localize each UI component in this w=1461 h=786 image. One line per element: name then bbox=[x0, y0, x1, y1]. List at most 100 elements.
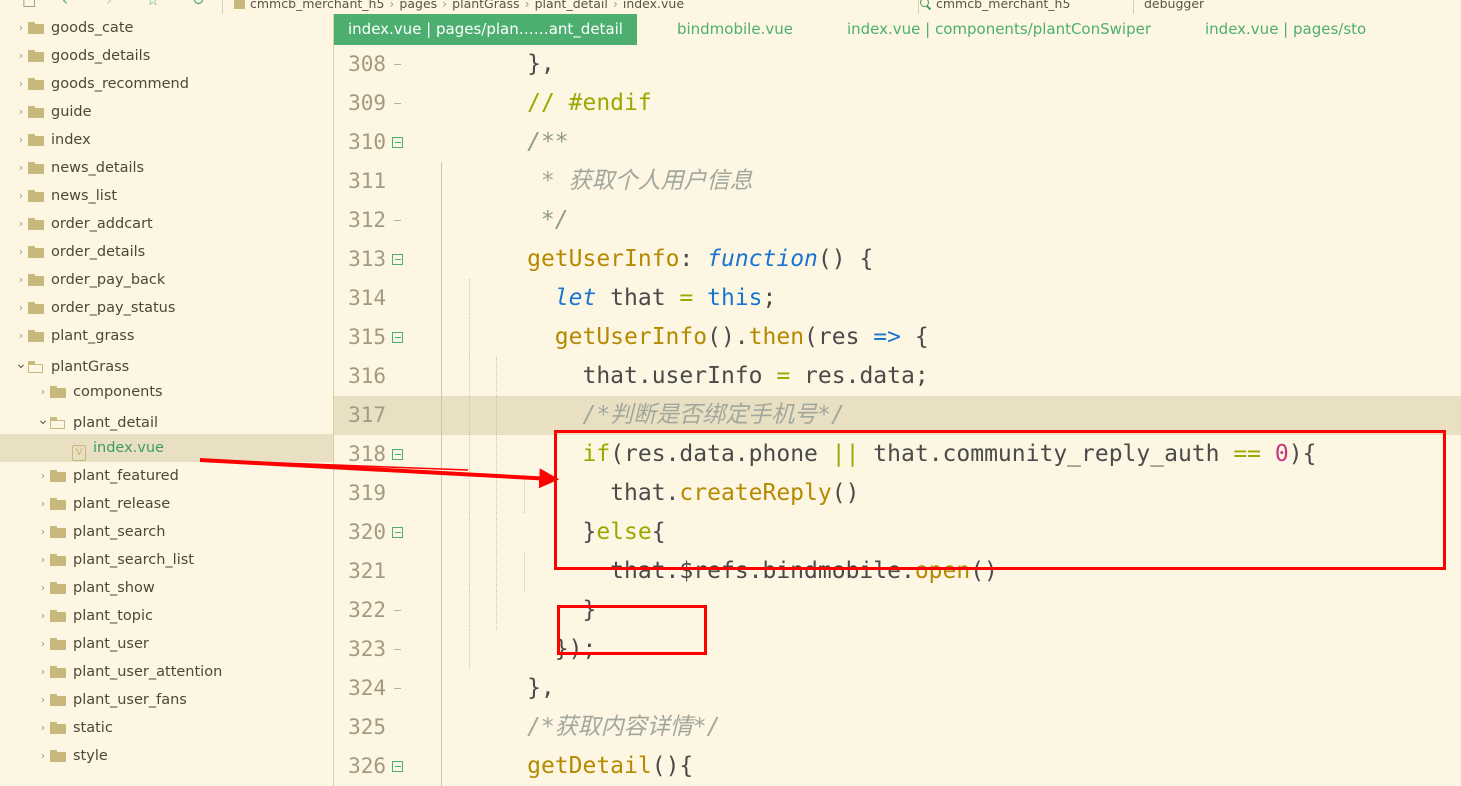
code-line-322[interactable]: 322 } bbox=[334, 591, 1461, 630]
chevron-right-icon[interactable]: › bbox=[36, 518, 50, 546]
tree-item-plant-show[interactable]: › plant_show bbox=[0, 574, 333, 602]
fold-collapse-icon[interactable] bbox=[392, 761, 403, 772]
chevron-right-icon[interactable]: › bbox=[14, 70, 28, 98]
code-line-315[interactable]: 315 getUserInfo().then(res => { bbox=[334, 318, 1461, 357]
editor-tab-1[interactable]: bindmobile.vue bbox=[663, 14, 807, 45]
chevron-right-icon[interactable]: › bbox=[36, 742, 50, 770]
chevron-right-icon[interactable]: › bbox=[36, 686, 50, 714]
tree-item-plant-user-fans[interactable]: › plant_user_fans bbox=[0, 686, 333, 714]
code-line-324[interactable]: 324 }, bbox=[334, 669, 1461, 708]
tree-item-plant-search[interactable]: › plant_search bbox=[0, 518, 333, 546]
chevron-right-icon[interactable]: › bbox=[36, 714, 50, 742]
chevron-down-icon[interactable]: ⌄ bbox=[14, 350, 28, 378]
bookmark-icon[interactable]: ☆ bbox=[146, 0, 159, 8]
code-line-320[interactable]: 320 }else{ bbox=[334, 513, 1461, 552]
tree-item-news-list[interactable]: › news_list bbox=[0, 182, 333, 210]
code-line-311[interactable]: 311 * 获取个人用户信息 bbox=[334, 162, 1461, 201]
tree-item-static[interactable]: › static bbox=[0, 714, 333, 742]
breadcrumb-right-project[interactable]: cmmcb_merchant_h5 bbox=[936, 0, 1070, 11]
breadcrumb-part-1[interactable]: plantGrass bbox=[452, 0, 519, 11]
search-icon[interactable] bbox=[920, 0, 932, 10]
code-line-319[interactable]: 319 that.createReply() bbox=[334, 474, 1461, 513]
tree-item-goods-cate[interactable]: › goods_cate bbox=[0, 14, 333, 42]
file-tree[interactable]: › goods_cate › goods_details › goods_recommen… bbox=[0, 14, 333, 770]
tree-item-goods-details[interactable]: › goods_details bbox=[0, 42, 333, 70]
chevron-right-icon[interactable]: › bbox=[14, 14, 28, 42]
file-explorer-sidebar[interactable]: › goods_cate › goods_details › goods_recommen… bbox=[0, 14, 334, 786]
tree-item-plant-topic[interactable]: › plant_topic bbox=[0, 602, 333, 630]
tree-item-plant-user[interactable]: › plant_user bbox=[0, 630, 333, 658]
chevron-right-icon[interactable]: › bbox=[36, 546, 50, 574]
refresh-icon[interactable]: ↻ bbox=[192, 0, 205, 8]
code-line-317[interactable]: 317 /*判断是否绑定手机号*/ bbox=[334, 396, 1461, 435]
window-icon[interactable]: □ bbox=[22, 0, 36, 8]
chevron-right-icon[interactable]: › bbox=[36, 490, 50, 518]
chevron-right-icon[interactable]: › bbox=[36, 602, 50, 630]
tree-item-order-addcart[interactable]: › order_addcart bbox=[0, 210, 333, 238]
code-line-316[interactable]: 316 that.userInfo = res.data; bbox=[334, 357, 1461, 396]
tree-item-plant-featured[interactable]: › plant_featured bbox=[0, 462, 333, 490]
forward-arrow-icon[interactable]: › bbox=[106, 0, 112, 8]
code-line-314[interactable]: 314 let that = this; bbox=[334, 279, 1461, 318]
code-line-318[interactable]: 318 if(res.data.phone || that.community_… bbox=[334, 435, 1461, 474]
breadcrumb-part-3[interactable]: index.vue bbox=[623, 0, 684, 11]
code-editor[interactable]: 308 }, 309 // #endif 310 /** 311 * 获取个人用户信息… bbox=[334, 45, 1461, 786]
tree-item-style[interactable]: › style bbox=[0, 742, 333, 770]
breadcrumb-right[interactable]: cmmcb_merchant_h5 bbox=[920, 0, 1070, 14]
tree-item-order-pay-back[interactable]: › order_pay_back bbox=[0, 266, 333, 294]
editor-tabbar[interactable]: index.vue | pages/plan……ant_detail bindmo… bbox=[334, 14, 1461, 45]
fold-collapse-icon[interactable] bbox=[392, 137, 403, 148]
debugger-label[interactable]: debugger bbox=[1144, 0, 1204, 11]
chevron-right-icon[interactable]: › bbox=[14, 238, 28, 266]
code-line-312[interactable]: 312 */ bbox=[334, 201, 1461, 240]
chevron-right-icon[interactable]: › bbox=[36, 574, 50, 602]
tree-item-plant-release[interactable]: › plant_release bbox=[0, 490, 333, 518]
code-line-325[interactable]: 325 /*获取内容详情*/ bbox=[334, 708, 1461, 747]
tree-item-order-details[interactable]: › order_details bbox=[0, 238, 333, 266]
chevron-right-icon[interactable]: › bbox=[14, 126, 28, 154]
chevron-right-icon[interactable]: › bbox=[14, 322, 28, 350]
chevron-right-icon[interactable]: › bbox=[36, 462, 50, 490]
tree-item-plantgrass[interactable]: ⌄ plantGrass bbox=[0, 350, 333, 378]
chevron-right-icon[interactable]: › bbox=[14, 154, 28, 182]
chevron-down-icon[interactable]: ⌄ bbox=[36, 406, 50, 434]
fold-collapse-icon[interactable] bbox=[392, 449, 403, 460]
breadcrumb-part-2[interactable]: plant_detail bbox=[535, 0, 608, 11]
back-arrow-icon[interactable]: ‹ bbox=[62, 0, 68, 8]
code-line-321[interactable]: 321 that.$refs.bindmobile.open() bbox=[334, 552, 1461, 591]
tree-item-plant-user-attention[interactable]: › plant_user_attention bbox=[0, 658, 333, 686]
tree-item-components[interactable]: › components bbox=[0, 378, 333, 406]
fold-collapse-icon[interactable] bbox=[392, 527, 403, 538]
chevron-right-icon[interactable]: › bbox=[14, 182, 28, 210]
tree-item-plant-search-list[interactable]: › plant_search_list bbox=[0, 546, 333, 574]
editor-tab-0[interactable]: index.vue | pages/plan……ant_detail bbox=[334, 14, 637, 45]
tree-item-plant-detail[interactable]: ⌄ plant_detail bbox=[0, 406, 333, 434]
breadcrumb-project[interactable]: cmmcb_merchant_h5 bbox=[250, 0, 384, 11]
code-line-310[interactable]: 310 /** bbox=[334, 123, 1461, 162]
tree-item-index-vue[interactable]: Vindex.vue bbox=[0, 434, 333, 462]
tree-item-plant-grass[interactable]: › plant_grass bbox=[0, 322, 333, 350]
chevron-right-icon[interactable]: › bbox=[36, 630, 50, 658]
chevron-right-icon[interactable]: › bbox=[14, 210, 28, 238]
breadcrumb-right-part[interactable]: debugger bbox=[1144, 0, 1204, 14]
breadcrumb-part-0[interactable]: pages bbox=[399, 0, 437, 11]
chevron-right-icon[interactable]: › bbox=[14, 98, 28, 126]
code-line-308[interactable]: 308 }, bbox=[334, 45, 1461, 84]
fold-collapse-icon[interactable] bbox=[392, 332, 403, 343]
editor-tab-2[interactable]: index.vue | components/plantConSwiper bbox=[833, 14, 1165, 45]
tree-item-goods-recommend[interactable]: › goods_recommend bbox=[0, 70, 333, 98]
code-line-323[interactable]: 323 }); bbox=[334, 630, 1461, 669]
chevron-right-icon[interactable]: › bbox=[14, 266, 28, 294]
fold-collapse-icon[interactable] bbox=[392, 254, 403, 265]
editor-tab-3[interactable]: index.vue | pages/sto bbox=[1191, 14, 1380, 45]
code-line-313[interactable]: 313 getUserInfo: function() { bbox=[334, 240, 1461, 279]
breadcrumb-left[interactable]: cmmcb_merchant_h5 › pages › plantGrass › plant… bbox=[234, 0, 684, 14]
chevron-right-icon[interactable]: › bbox=[36, 378, 50, 406]
code-line-309[interactable]: 309 // #endif bbox=[334, 84, 1461, 123]
tree-item-news-details[interactable]: › news_details bbox=[0, 154, 333, 182]
chevron-right-icon[interactable]: › bbox=[14, 42, 28, 70]
tree-item-index[interactable]: › index bbox=[0, 126, 333, 154]
tree-item-guide[interactable]: › guide bbox=[0, 98, 333, 126]
tree-item-order-pay-status[interactable]: › order_pay_status bbox=[0, 294, 333, 322]
chevron-right-icon[interactable]: › bbox=[36, 658, 50, 686]
